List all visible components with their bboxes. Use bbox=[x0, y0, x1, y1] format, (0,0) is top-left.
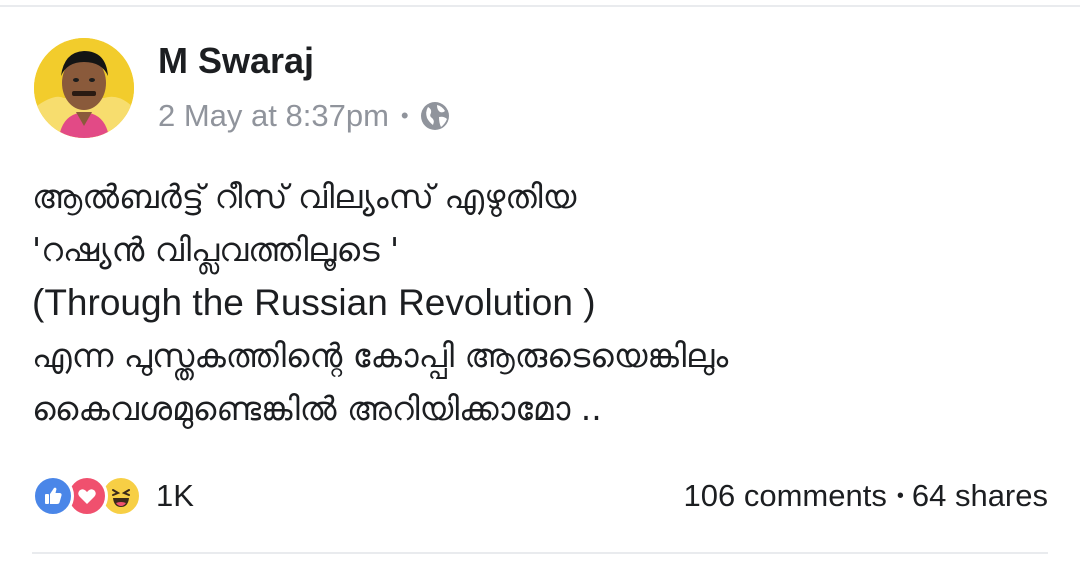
comments-count[interactable]: 106 comments bbox=[684, 478, 887, 514]
globe-icon[interactable] bbox=[419, 100, 451, 132]
post-text-line: എന്ന പുസ്തകത്തിന്റെ കോപ്പി ആരുടെയെങ്കിലു… bbox=[32, 336, 729, 375]
meta-separator: • bbox=[400, 103, 409, 128]
bottom-divider bbox=[32, 552, 1048, 554]
author-name[interactable]: M Swaraj bbox=[158, 40, 314, 82]
post-header: M Swaraj 2 May at 8:37pm • bbox=[34, 38, 1034, 138]
avatar-photo bbox=[34, 38, 134, 138]
stats-separator: • bbox=[896, 484, 904, 507]
post-timestamp[interactable]: 2 May at 8:37pm bbox=[158, 98, 389, 134]
post-text-line: (Through the Russian Revolution ) bbox=[32, 282, 596, 323]
top-divider bbox=[0, 5, 1080, 7]
post-text-line: ആൽബർട്ട് റീസ് വില്യംസ് എഴുതിയ bbox=[32, 177, 577, 216]
post-meta: 2 May at 8:37pm • bbox=[158, 98, 451, 134]
post-text: ആൽബർട്ട് റീസ് വില്യംസ് എഴുതിയ 'റഷ്യൻ വിപ… bbox=[32, 170, 1042, 435]
shares-count[interactable]: 64 shares bbox=[912, 478, 1048, 514]
like-icon bbox=[32, 475, 74, 517]
post-stats: 106 comments • 64 shares bbox=[684, 478, 1048, 514]
reactions-summary[interactable]: 1K bbox=[32, 474, 194, 518]
post-text-line: 'റഷ്യൻ വിപ്ലവത്തിലൂടെ ' bbox=[32, 230, 400, 269]
reaction-count[interactable]: 1K bbox=[156, 478, 194, 514]
post-text-line: കൈവശമുണ്ടെങ്കിൽ അറിയിക്കാമോ .. bbox=[32, 389, 602, 428]
post-footer: 1K 106 comments • 64 shares bbox=[32, 472, 1048, 522]
avatar[interactable] bbox=[34, 38, 134, 138]
